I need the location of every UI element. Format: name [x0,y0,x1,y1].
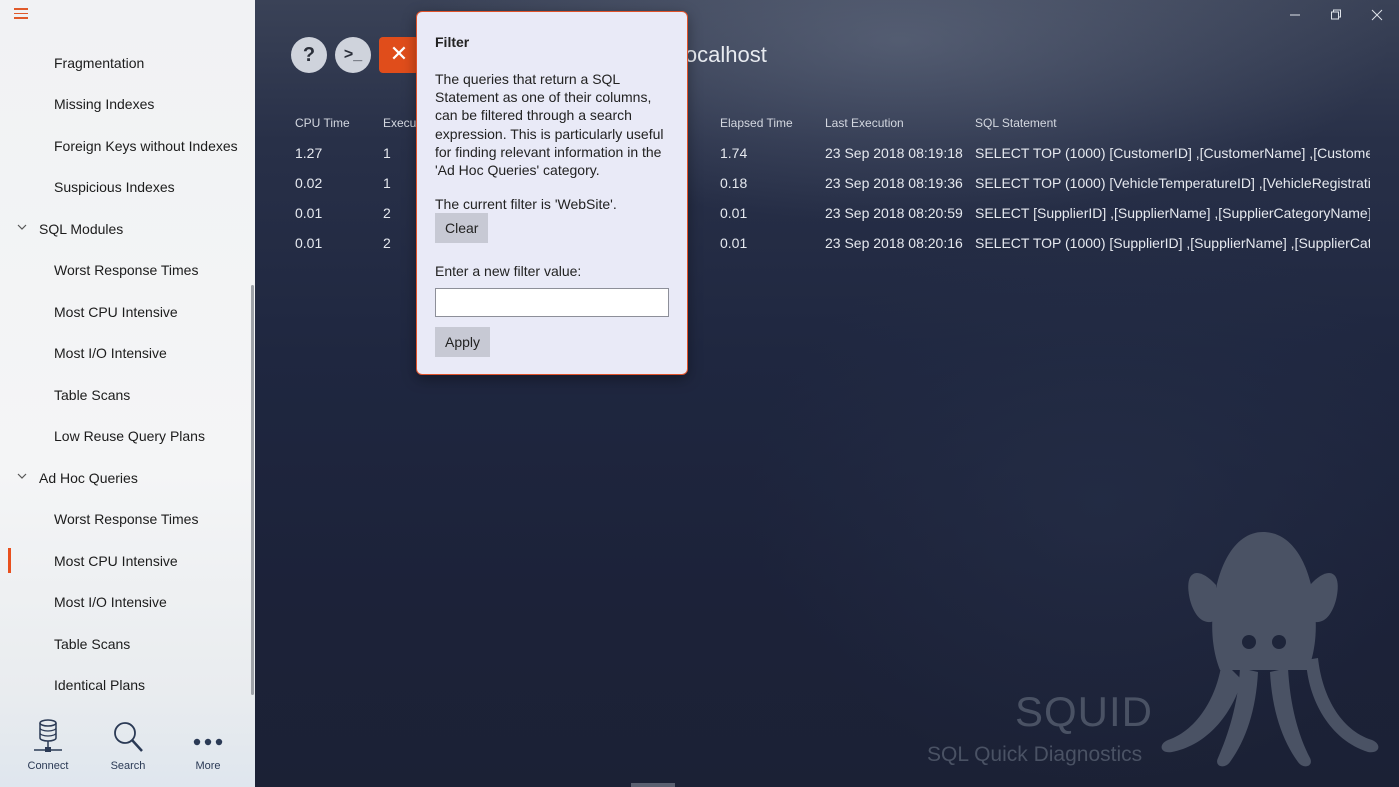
sidebar-item-missing-indexes[interactable]: Missing Indexes [0,84,252,126]
cell-cpu-time: 0.02 [295,175,323,191]
help-icon: ? [302,44,316,66]
cell-last-execution: 23 Sep 2018 08:20:16 [825,235,963,251]
cell-executions: 1 [383,175,391,191]
hamburger-menu-icon[interactable] [14,8,28,20]
column-header-cpu-time[interactable]: CPU Time [295,116,350,130]
sidebar-group-sql-modules[interactable]: SQL Modules [0,208,252,250]
sidebar-item-adhoc-most-cpu-intensive[interactable]: Most CPU Intensive [0,540,252,582]
cell-elapsed-time: 0.01 [720,235,748,251]
sidebar-item-adhoc-worst-response-times[interactable]: Worst Response Times [0,499,252,541]
brand-name: SQUID [1015,688,1154,735]
sidebar-item-label: Foreign Keys without Indexes [54,137,238,154]
sidebar-item-worst-response-times[interactable]: Worst Response Times [0,250,252,292]
column-header-executions[interactable]: Execut [383,116,420,130]
connect-label: Connect [27,760,69,772]
sidebar-item-adhoc-most-io-intensive[interactable]: Most I/O Intensive [0,582,252,624]
cell-last-execution: 23 Sep 2018 08:19:18 [825,145,963,161]
cell-last-execution: 23 Sep 2018 08:19:36 [825,175,963,191]
help-button[interactable]: ? [291,37,327,73]
sidebar-item-identical-plans[interactable]: Identical Plans [0,665,252,707]
restore-button[interactable] [1316,4,1356,26]
sidebar-item-label: Table Scans [54,635,131,652]
sidebar-item-label: Fragmentation [54,54,145,71]
sidebar-item-label: Suspicious Indexes [54,179,175,196]
console-icon: >_ [343,46,363,63]
sidebar-item-label: Most I/O Intensive [54,594,167,611]
sidebar-item-fragmentation[interactable]: Fragmentation [0,42,252,84]
sidebar-item-low-reuse-query-plans[interactable]: Low Reuse Query Plans [0,416,252,458]
cell-executions: 2 [383,205,391,221]
cell-cpu-time: 0.01 [295,235,323,251]
cell-executions: 2 [383,235,391,251]
cell-sql-statement: SELECT TOP (1000) [SupplierID] ,[Supplie… [975,235,1370,251]
new-filter-label: Enter a new filter value: [435,263,582,279]
sidebar-item-label: Missing Indexes [54,96,155,113]
sidebar-item-foreign-keys-without-indexes[interactable]: Foreign Keys without Indexes [0,125,252,167]
connect-button[interactable]: Connect [8,716,88,782]
sidebar-item-label: Most CPU Intensive [54,552,178,569]
clear-filter-button[interactable]: Clear [435,213,489,243]
column-header-last-execution[interactable]: Last Execution [825,116,904,130]
sidebar-item-most-io-intensive[interactable]: Most I/O Intensive [0,333,252,375]
column-header-elapsed-time[interactable]: Elapsed Time [720,116,793,130]
taskbar-indicator [631,783,675,787]
sidebar-item-label: Identical Plans [54,677,146,694]
sidebar-scrollbar[interactable] [251,285,254,695]
database-icon [34,719,62,752]
sidebar-item-table-scans[interactable]: Table Scans [0,374,252,416]
column-header-sql-statement[interactable]: SQL Statement [975,116,1057,130]
clear-results-button[interactable]: ✕ [379,37,419,73]
cell-sql-statement: SELECT TOP (1000) [VehicleTemperatureID]… [975,175,1370,191]
sidebar-item-label: Most CPU Intensive [54,303,178,320]
cell-sql-statement: SELECT [SupplierID] ,[SupplierName] ,[Su… [975,205,1370,221]
cell-elapsed-time: 0.01 [720,205,748,221]
sidebar-item-label: Worst Response Times [54,262,199,279]
apply-filter-button[interactable]: Apply [435,327,491,357]
sidebar: Fragmentation Missing Indexes Foreign Ke… [0,0,255,787]
minimize-button[interactable] [1275,4,1315,26]
sidebar-bottom-bar: Connect Search More [0,712,255,787]
squid-logo-icon [1161,532,1379,767]
sidebar-group-ad-hoc-queries[interactable]: Ad Hoc Queries [0,457,252,499]
cell-elapsed-time: 1.74 [720,145,748,161]
sidebar-nav-list: Fragmentation Missing Indexes Foreign Ke… [0,42,252,706]
sidebar-item-label: Low Reuse Query Plans [54,428,205,445]
minimize-icon [1290,14,1300,16]
more-icon [193,738,223,746]
search-button[interactable]: Search [88,716,168,782]
cell-elapsed-time: 0.18 [720,175,748,191]
close-icon [1371,9,1383,21]
restore-icon [1331,9,1341,20]
filter-popup: Filter The queries that return a SQL Sta… [416,11,688,375]
sidebar-item-adhoc-table-scans[interactable]: Table Scans [0,623,252,665]
console-button[interactable]: >_ [335,37,371,73]
filter-title: Filter [435,34,470,50]
sidebar-item-suspicious-indexes[interactable]: Suspicious Indexes [0,167,252,209]
filter-description: The queries that return a SQL Statement … [435,71,664,179]
brand-tagline: SQL Quick Diagnostics [927,743,1143,766]
sidebar-item-label: Table Scans [54,386,131,403]
chevron-down-icon [17,224,27,230]
cell-executions: 1 [383,145,391,161]
sidebar-item-label: Most I/O Intensive [54,345,167,362]
cell-cpu-time: 0.01 [295,205,323,221]
close-icon: ✕ [389,42,409,67]
server-title: localhost [680,42,767,67]
sidebar-item-label: Worst Response Times [54,511,199,528]
cell-last-execution: 23 Sep 2018 08:20:59 [825,205,963,221]
window-close-button[interactable] [1357,4,1397,26]
more-button[interactable]: More [168,716,248,782]
cell-cpu-time: 1.27 [295,145,323,161]
chevron-down-icon [17,473,27,479]
filter-value-input[interactable] [435,288,669,317]
search-icon [114,722,143,752]
sidebar-item-most-cpu-intensive[interactable]: Most CPU Intensive [0,291,252,333]
search-label: Search [110,760,146,772]
current-filter-text: The current filter is 'WebSite'. [435,196,617,212]
cell-sql-statement: SELECT TOP (1000) [CustomerID] ,[Custome… [975,145,1370,161]
more-label: More [195,760,221,772]
